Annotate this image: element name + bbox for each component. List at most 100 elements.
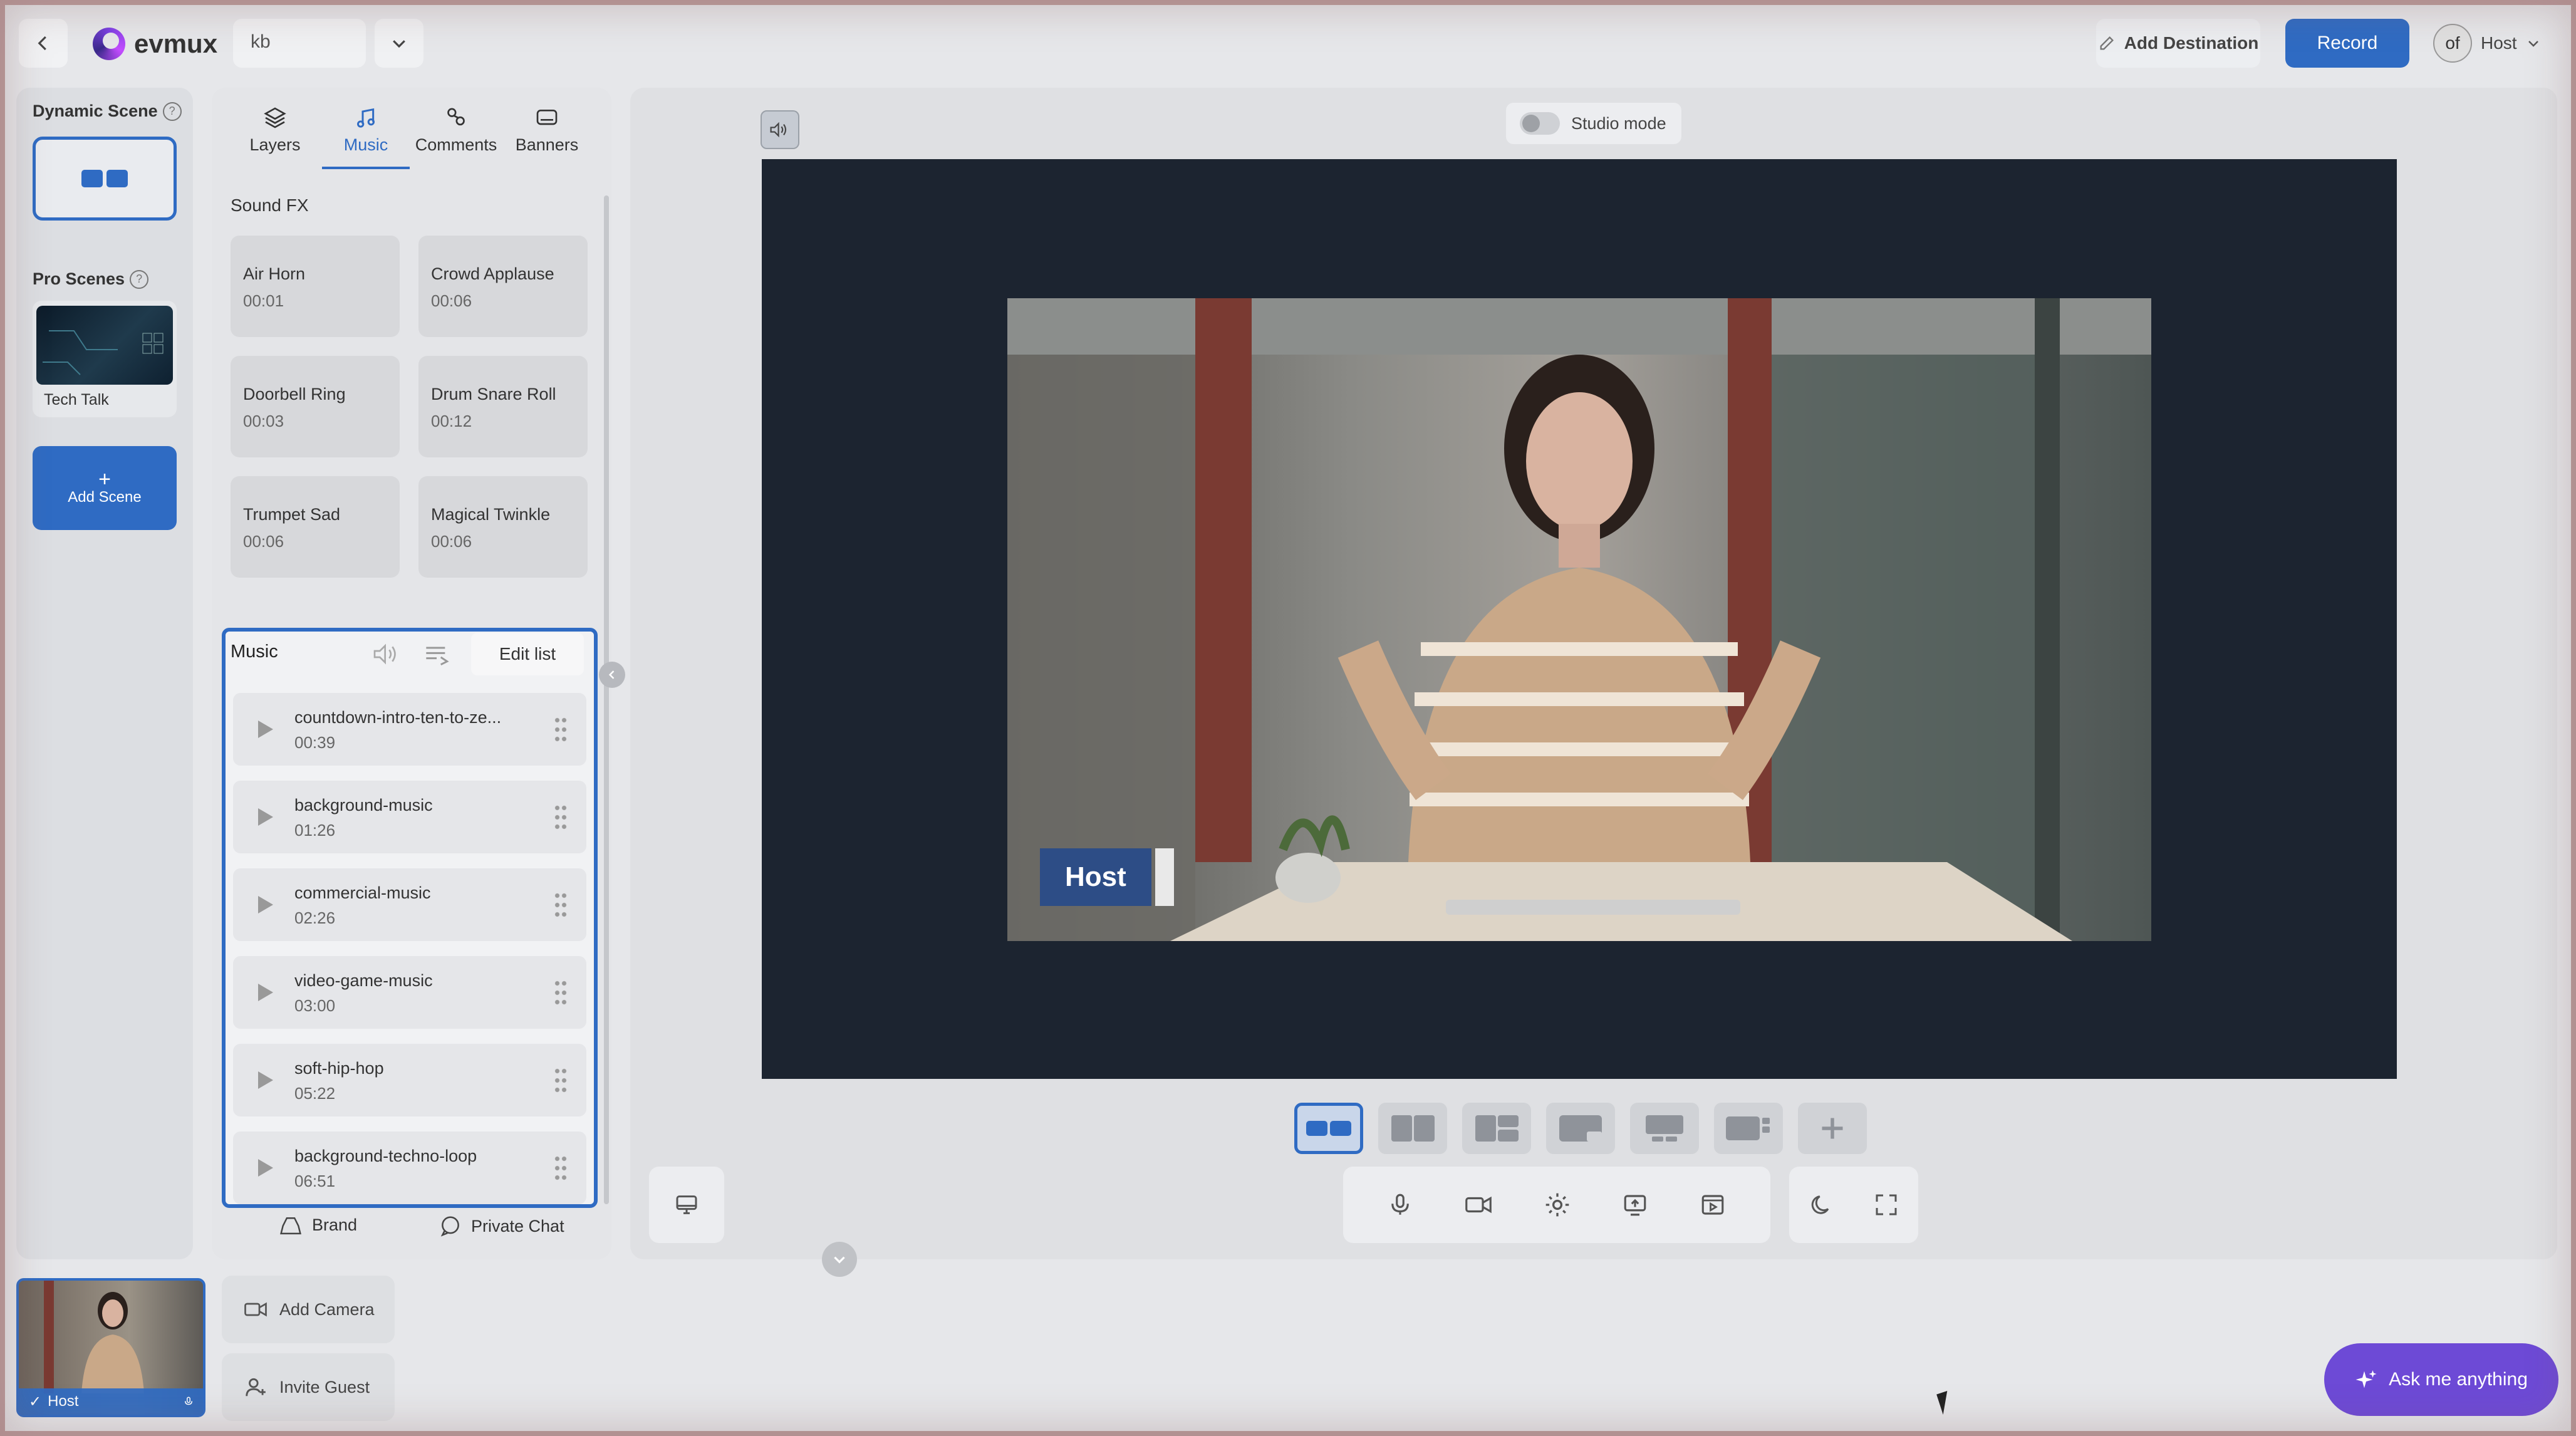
tab-layers[interactable]: Layers	[234, 105, 316, 168]
add-camera-button[interactable]: Add Camera	[222, 1276, 395, 1343]
play-icon[interactable]	[258, 984, 273, 1001]
layout-option-pip[interactable]	[1546, 1103, 1615, 1154]
play-icon[interactable]	[258, 896, 273, 913]
lower-third-accent	[1155, 848, 1174, 906]
track-name: soft-hip-hop	[294, 1059, 384, 1078]
studio-mode-toggle[interactable]: Studio mode	[1506, 103, 1681, 144]
sound-fx-card[interactable]: Trumpet Sad 00:06	[231, 476, 400, 578]
mouse-cursor	[1936, 1391, 1954, 1415]
banner-icon	[536, 110, 558, 125]
play-icon[interactable]	[258, 1071, 273, 1089]
private-chat-button[interactable]: Private Chat	[439, 1214, 564, 1238]
help-icon[interactable]: ?	[130, 269, 149, 289]
sound-fx-card[interactable]: Drum Snare Roll 00:12	[418, 356, 588, 457]
layout-option-side-by-side[interactable]	[1294, 1103, 1363, 1154]
music-track-row[interactable]: background-music 01:26	[233, 781, 586, 853]
play-icon[interactable]	[258, 808, 273, 826]
drag-handle-icon[interactable]	[554, 715, 568, 743]
layout-option-split[interactable]	[1378, 1103, 1447, 1154]
sound-fx-card[interactable]: Crowd Applause 00:06	[418, 236, 588, 337]
music-track-row[interactable]: commercial-music 02:26	[233, 868, 586, 941]
help-icon[interactable]: ?	[162, 101, 182, 121]
stage-audio-button[interactable]	[761, 110, 799, 149]
speaker-icon	[770, 122, 787, 138]
host-camera-tile[interactable]: ✓ Host	[16, 1278, 205, 1417]
expand-tray-button[interactable]	[822, 1242, 857, 1277]
moon-icon[interactable]	[1809, 1192, 1834, 1217]
host-video-feed	[1007, 298, 2151, 941]
track-name: background-music	[294, 796, 433, 814]
drag-handle-icon[interactable]	[554, 1154, 568, 1182]
layout-tile-icon	[81, 170, 103, 187]
pro-scene-thumbnail	[36, 306, 173, 385]
dynamic-scene-thumbnail[interactable]	[33, 137, 177, 221]
music-track-row[interactable]: background-techno-loop 06:51	[233, 1132, 586, 1204]
share-screen-icon[interactable]	[1621, 1192, 1649, 1218]
music-track-row[interactable]: soft-hip-hop 05:22	[233, 1044, 586, 1116]
brand-button[interactable]: Brand	[278, 1214, 357, 1236]
tab-comments[interactable]: Comments	[415, 105, 497, 168]
ask-ai-button[interactable]: Ask me anything	[2324, 1343, 2558, 1416]
fullscreen-icon[interactable]	[1874, 1192, 1899, 1217]
layout-selector	[1294, 1103, 1867, 1155]
chevron-down-icon	[393, 40, 405, 48]
project-name-field[interactable]: kb	[233, 19, 366, 68]
volume-icon[interactable]	[371, 642, 403, 670]
drag-handle-icon[interactable]	[554, 1066, 568, 1094]
layout-option-presentation[interactable]	[1630, 1103, 1699, 1154]
lower-third-banner[interactable]: Host	[1040, 848, 1174, 906]
microphone-icon	[185, 1397, 192, 1405]
pro-scenes-heading: Pro Scenes ?	[33, 269, 149, 289]
record-button[interactable]: Record	[2285, 19, 2409, 68]
music-track-row[interactable]: video-game-music 03:00	[233, 956, 586, 1029]
add-destination-button[interactable]: Add Destination	[2096, 19, 2260, 68]
sound-fx-title: Sound FX	[231, 195, 309, 215]
layout-split-icon	[1391, 1115, 1435, 1142]
tab-music[interactable]: Music	[325, 105, 407, 168]
play-icon[interactable]	[258, 1159, 273, 1177]
collapse-panel-button[interactable]	[599, 662, 625, 688]
add-scene-label: Add Scene	[68, 489, 142, 506]
add-scene-button[interactable]: + Add Scene	[33, 446, 177, 530]
project-dropdown-button[interactable]	[375, 19, 423, 68]
screen-share-settings-button[interactable]	[649, 1167, 724, 1243]
play-icon[interactable]	[258, 721, 273, 738]
office-scene-illustration	[1007, 298, 2151, 941]
edit-list-button[interactable]: Edit list	[471, 633, 584, 675]
tab-layers-label: Layers	[249, 135, 301, 154]
avatar: of	[2433, 24, 2472, 63]
tab-comments-label: Comments	[415, 135, 497, 154]
music-track-row[interactable]: countdown-intro-ten-to-ze... 00:39	[233, 693, 586, 766]
sound-fx-card[interactable]: Air Horn 00:01	[231, 236, 400, 337]
toggle-switch[interactable]	[1520, 112, 1560, 135]
layout-tile-icon	[106, 170, 128, 187]
host-menu[interactable]: of Host	[2433, 19, 2558, 68]
host-tile-bar: ✓ Host	[19, 1388, 203, 1415]
drag-handle-icon[interactable]	[554, 979, 568, 1006]
pro-scene-name: Tech Talk	[44, 391, 109, 408]
sound-fx-card[interactable]: Magical Twinkle 00:06	[418, 476, 588, 578]
monitor-icon	[676, 1195, 697, 1214]
active-tab-indicator	[322, 167, 410, 169]
layout-option-sidebar[interactable]	[1714, 1103, 1783, 1154]
chevron-left-icon	[608, 670, 615, 679]
drag-handle-icon[interactable]	[554, 891, 568, 918]
sound-fx-card[interactable]: Doorbell Ring 00:03	[231, 356, 400, 457]
drag-handle-icon[interactable]	[554, 803, 568, 831]
tab-banners[interactable]: Banners	[506, 105, 588, 168]
host-thumbnail	[44, 1281, 144, 1393]
back-button[interactable]	[19, 19, 68, 68]
layout-option-grid[interactable]	[1462, 1103, 1531, 1154]
track-duration: 03:00	[294, 996, 336, 1015]
layout-add-button[interactable]	[1798, 1103, 1867, 1154]
side-panel-scrollbar[interactable]	[604, 195, 609, 1204]
media-playlist-icon[interactable]	[1699, 1192, 1727, 1218]
camera-icon[interactable]	[1463, 1192, 1493, 1218]
playlist-icon[interactable]	[422, 642, 451, 670]
settings-gear-icon[interactable]	[1544, 1191, 1571, 1219]
track-duration: 00:39	[294, 733, 336, 752]
pro-scene-card[interactable]: Tech Talk	[33, 301, 177, 417]
track-name: countdown-intro-ten-to-ze...	[294, 708, 502, 727]
invite-guest-button[interactable]: Invite Guest	[222, 1353, 395, 1421]
microphone-icon[interactable]	[1387, 1192, 1413, 1218]
